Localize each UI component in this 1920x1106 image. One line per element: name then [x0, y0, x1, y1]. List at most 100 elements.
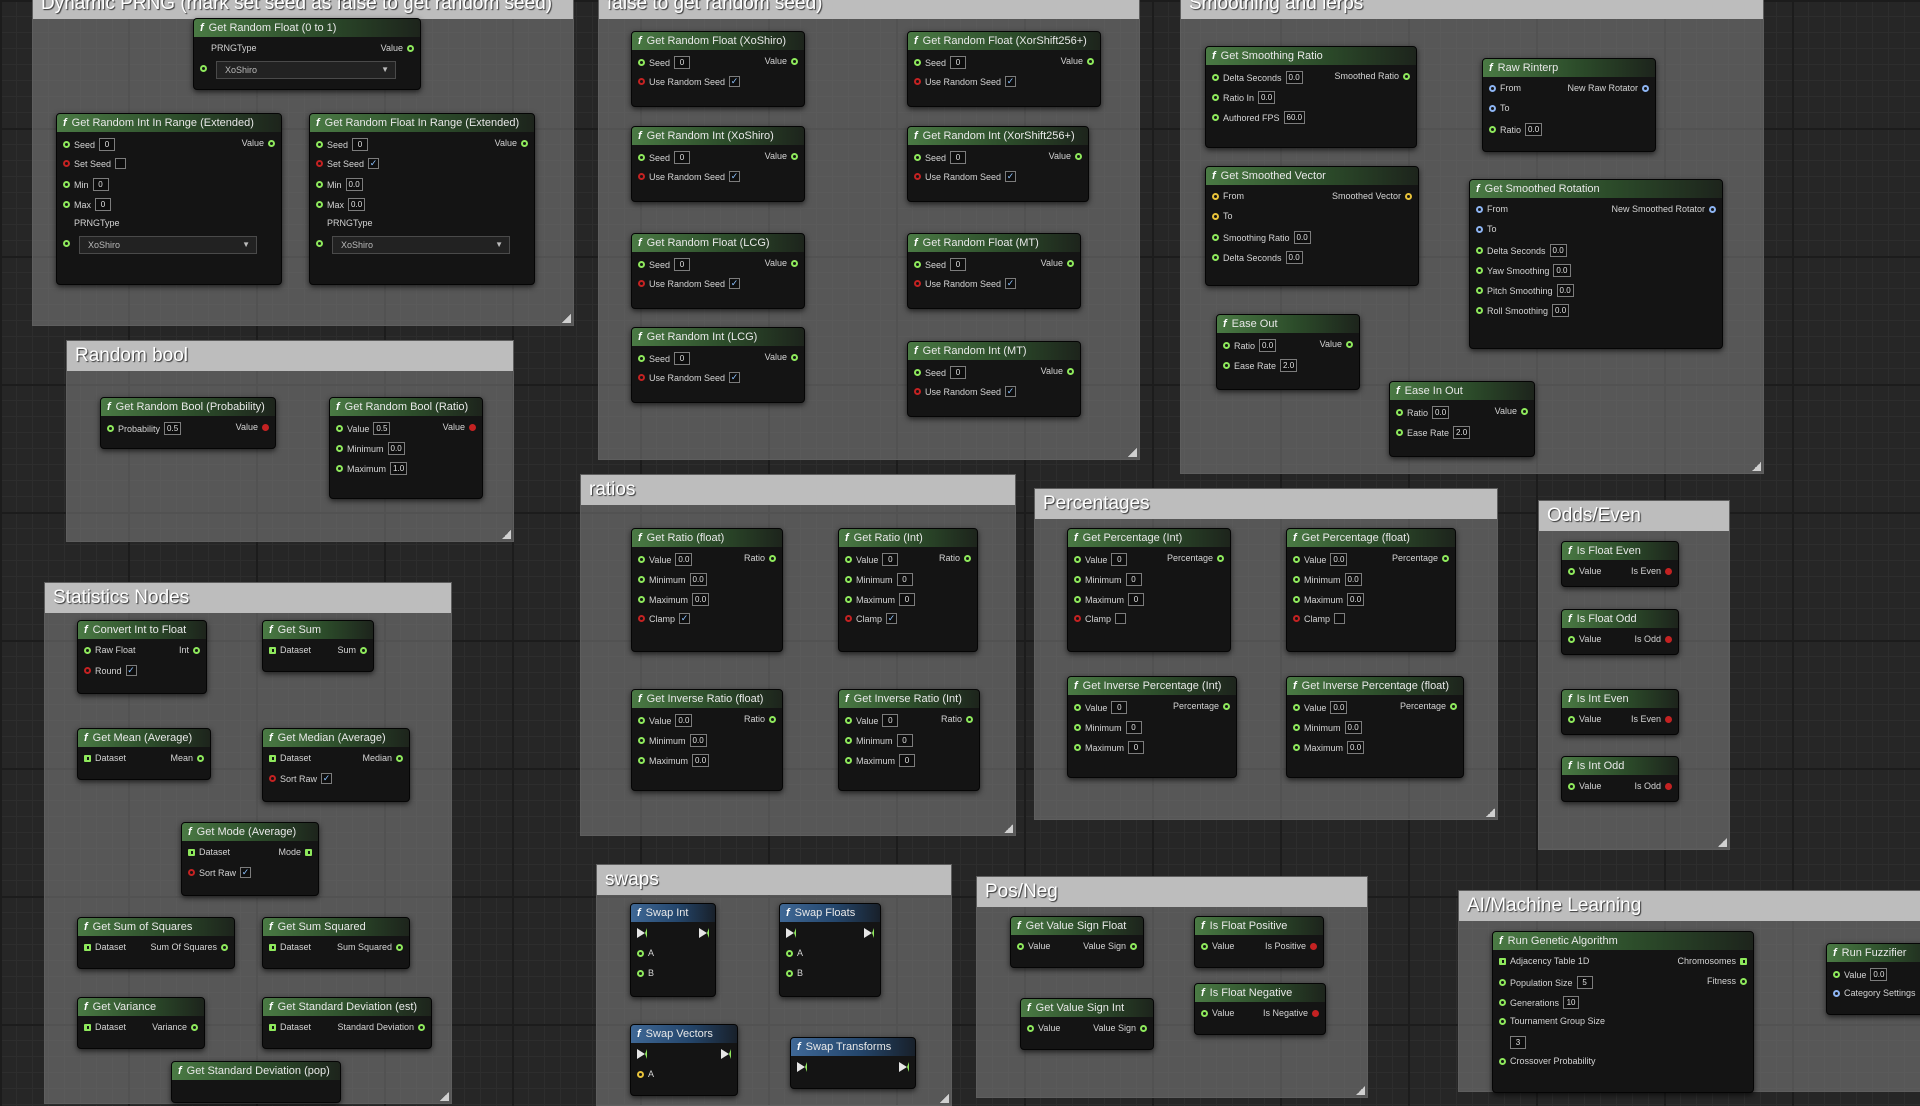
- input-pin[interactable]: [637, 928, 647, 938]
- pin-default-value-input[interactable]: 0.0: [1344, 721, 1362, 734]
- input-pin[interactable]: From: [1212, 191, 1244, 201]
- pin-default-value-input[interactable]: 0.0: [1347, 593, 1365, 606]
- resize-grip-icon[interactable]: [439, 1091, 449, 1101]
- input-pin[interactable]: From: [1489, 83, 1521, 93]
- data-pin[interactable]: [914, 388, 921, 395]
- data-pin[interactable]: [1476, 307, 1483, 314]
- data-pin[interactable]: [1568, 782, 1575, 790]
- node-header[interactable]: f Get Random Int In Range (Extended): [57, 114, 281, 132]
- resize-grip-icon[interactable]: [1127, 447, 1137, 457]
- blueprint-node[interactable]: f Is Float Odd Value Is Odd: [1561, 609, 1679, 655]
- blueprint-node[interactable]: f Get Ratio (Int) Value 0 Ratio Minimum 0 Maxim…: [838, 528, 978, 652]
- input-pin[interactable]: Seed 0: [638, 258, 691, 271]
- pin-default-value-input[interactable]: 0: [882, 553, 899, 566]
- input-pin[interactable]: Value: [1201, 941, 1234, 951]
- input-pin[interactable]: Set Seed: [63, 158, 127, 169]
- data-pin[interactable]: [63, 181, 70, 188]
- pin-default-value-input[interactable]: 0.0: [1344, 573, 1362, 586]
- output-pin[interactable]: New Raw Rotator: [1567, 83, 1649, 93]
- blueprint-node[interactable]: f Get Random Float (LCG) Seed 0 Value Use Ran…: [631, 233, 805, 309]
- data-pin[interactable]: [638, 556, 645, 563]
- data-pin[interactable]: [769, 715, 776, 723]
- input-pin[interactable]: Max 0.0: [316, 198, 366, 211]
- data-pin[interactable]: [221, 943, 228, 951]
- input-pin[interactable]: Seed 0: [638, 151, 691, 164]
- data-pin[interactable]: [1665, 782, 1672, 790]
- input-pin[interactable]: Minimum 0: [1074, 573, 1142, 586]
- pin-default-value-input[interactable]: 3: [1510, 1036, 1526, 1049]
- output-pin[interactable]: Standard Deviation: [337, 1022, 425, 1032]
- data-pin[interactable]: [845, 757, 852, 764]
- input-pin[interactable]: Round ✓: [84, 665, 137, 676]
- input-pin[interactable]: Ratio 0.0: [1489, 123, 1543, 136]
- input-pin[interactable]: Value: [1201, 1008, 1234, 1018]
- blueprint-node[interactable]: f Get Standard Deviation (est) Dataset Stan…: [262, 997, 432, 1049]
- data-pin[interactable]: [1499, 979, 1506, 986]
- data-pin[interactable]: [791, 259, 798, 267]
- node-header[interactable]: f Swap Int: [631, 904, 715, 922]
- input-pin[interactable]: Maximum 0: [1074, 593, 1145, 606]
- input-pin[interactable]: Minimum 0: [845, 734, 913, 747]
- output-pin[interactable]: Value: [1041, 258, 1074, 268]
- data-pin[interactable]: [107, 425, 114, 432]
- input-pin[interactable]: Ease Rate 2.0: [1396, 426, 1471, 439]
- input-pin[interactable]: From: [1476, 204, 1508, 214]
- input-pin[interactable]: Authored FPS 60.0: [1212, 111, 1306, 124]
- pin-default-value-input[interactable]: 0.0: [348, 198, 366, 211]
- pin-default-value-input[interactable]: 0: [950, 258, 967, 271]
- data-pin[interactable]: [1087, 57, 1094, 65]
- blueprint-node[interactable]: f Is Float Negative Value Is Negative: [1194, 983, 1326, 1035]
- blueprint-node[interactable]: f Get Random Bool (Probability) Probabilit…: [100, 397, 276, 449]
- data-pin[interactable]: [1312, 1009, 1319, 1017]
- data-pin[interactable]: [914, 261, 921, 268]
- data-pin[interactable]: [1212, 254, 1219, 261]
- output-pin[interactable]: Value Sign: [1093, 1023, 1147, 1033]
- data-pin[interactable]: [914, 154, 921, 161]
- data-pin[interactable]: [637, 949, 644, 957]
- data-pin[interactable]: [1499, 1017, 1506, 1025]
- data-pin[interactable]: [845, 596, 852, 603]
- pin-default-value-input[interactable]: 0: [92, 178, 109, 191]
- node-header[interactable]: f Get Random Float (LCG): [632, 234, 804, 252]
- data-pin[interactable]: [1293, 596, 1300, 603]
- pin-default-value-input[interactable]: 0.0: [1259, 339, 1277, 352]
- data-pin[interactable]: [638, 374, 645, 381]
- input-pin[interactable]: Value: [1017, 941, 1050, 951]
- data-pin[interactable]: [521, 139, 528, 147]
- pin-default-value-input[interactable]: 0.0: [1553, 264, 1571, 277]
- input-pin[interactable]: Category Settings: [1833, 988, 1916, 998]
- data-pin[interactable]: [914, 78, 921, 85]
- data-pin[interactable]: [1293, 576, 1300, 583]
- node-header[interactable]: f Get Smoothed Rotation: [1470, 180, 1722, 198]
- node-header[interactable]: f Get Random Int (XoShiro): [632, 127, 804, 145]
- blueprint-node[interactable]: f Get Inverse Percentage (float) Value 0.0 P…: [1286, 676, 1464, 778]
- input-pin[interactable]: Dataset: [269, 645, 311, 655]
- pin-default-value-input[interactable]: 0: [674, 258, 691, 271]
- data-pin[interactable]: [1665, 715, 1672, 723]
- data-pin[interactable]: [1067, 367, 1074, 375]
- input-pin[interactable]: Delta Seconds 0.0: [1476, 244, 1567, 257]
- input-pin[interactable]: Value 0.0: [1293, 701, 1348, 714]
- exec-pin[interactable]: [797, 1062, 807, 1072]
- node-header[interactable]: f Get Inverse Ratio (float): [632, 690, 782, 708]
- input-pin[interactable]: PRNGType: [316, 218, 373, 228]
- data-pin[interactable]: [638, 576, 645, 583]
- output-pin[interactable]: Smoothed Ratio: [1334, 71, 1410, 81]
- data-pin[interactable]: [1074, 596, 1081, 603]
- blueprint-node[interactable]: f Get Smoothed Vector From Smoothed Vector T…: [1205, 166, 1419, 286]
- data-pin[interactable]: [638, 757, 645, 764]
- input-pin[interactable]: Seed 0: [914, 258, 967, 271]
- pin-checkbox[interactable]: ✓: [321, 773, 333, 784]
- node-header[interactable]: f Get Random Int (MT): [908, 342, 1080, 360]
- blueprint-node[interactable]: f Get Random Int (MT) Seed 0 Value Use Random…: [907, 341, 1081, 417]
- data-pin[interactable]: [1665, 635, 1672, 643]
- input-pin[interactable]: PRNGType: [63, 218, 120, 228]
- blueprint-node[interactable]: f Raw Rinterp From New Raw Rotator To Ratio 0.…: [1482, 58, 1656, 152]
- pin-default-value-input[interactable]: 0.0: [675, 714, 693, 727]
- output-pin[interactable]: Ratio: [941, 714, 973, 724]
- data-pin[interactable]: [914, 369, 921, 376]
- node-header[interactable]: f Get Inverse Ratio (Int): [839, 690, 979, 708]
- input-pin[interactable]: [797, 1062, 807, 1072]
- node-header[interactable]: f Get Value Sign Int: [1021, 999, 1153, 1017]
- input-pin[interactable]: Value 0: [845, 714, 899, 727]
